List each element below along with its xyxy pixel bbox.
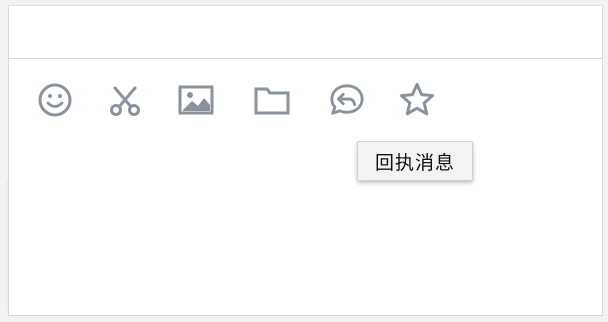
- star-icon: [400, 83, 434, 116]
- image-button[interactable]: [178, 82, 214, 118]
- folder-icon: [254, 87, 290, 115]
- chat-input-panel: [8, 5, 603, 316]
- scissors-icon: [110, 86, 140, 116]
- favorite-button[interactable]: [399, 82, 435, 118]
- reply-bubble-icon: [330, 84, 364, 115]
- file-button[interactable]: [254, 82, 290, 118]
- tooltip: 回执消息: [357, 141, 473, 181]
- tooltip-text: 回执消息: [374, 151, 455, 174]
- emoji-icon: [38, 83, 72, 117]
- emoji-button[interactable]: [37, 82, 73, 118]
- screenshot-button[interactable]: [107, 82, 143, 118]
- panel-divider: [9, 58, 602, 59]
- image-icon: [178, 85, 214, 115]
- reply-button[interactable]: [329, 82, 365, 118]
